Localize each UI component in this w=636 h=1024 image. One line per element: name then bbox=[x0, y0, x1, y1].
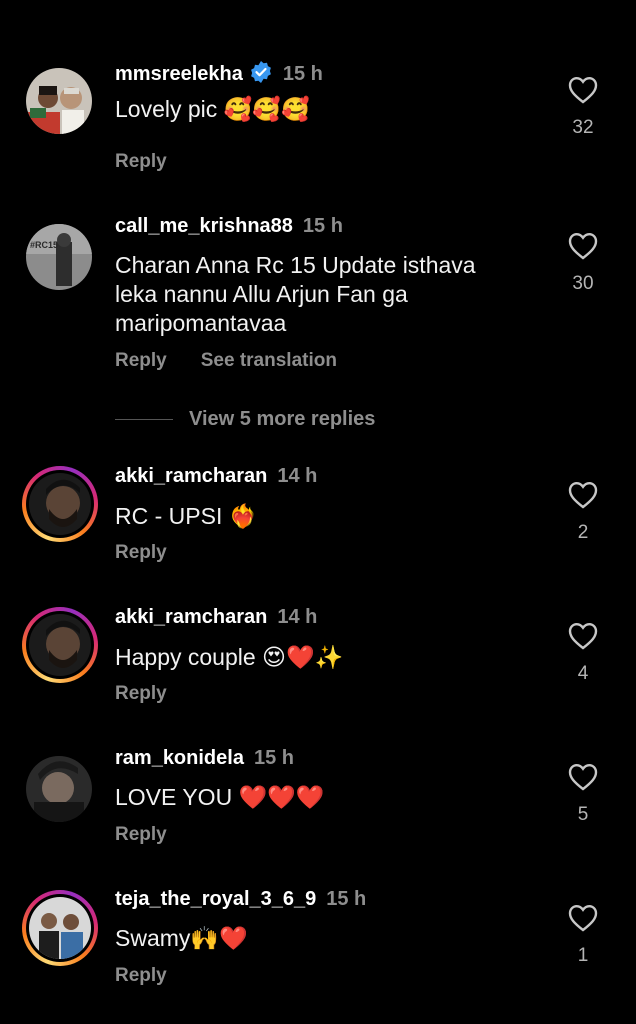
verified-badge-icon bbox=[249, 60, 273, 90]
reply-button[interactable]: Reply bbox=[115, 683, 167, 704]
divider-line bbox=[115, 419, 173, 421]
like-count: 30 bbox=[572, 273, 594, 294]
comment-text: LOVE YOU ❤️❤️❤️ bbox=[115, 784, 325, 810]
avatar[interactable] bbox=[24, 754, 94, 824]
heart-icon[interactable] bbox=[568, 763, 598, 795]
username[interactable]: teja_the_royal_3_6_9 bbox=[115, 888, 316, 910]
like-count: 4 bbox=[577, 663, 589, 684]
avatar-text: #RC15 bbox=[30, 240, 58, 250]
reply-button[interactable]: Reply bbox=[115, 151, 167, 172]
like-count: 2 bbox=[577, 522, 589, 543]
comment-time: 15 h bbox=[302, 215, 343, 237]
reply-button[interactable]: Reply bbox=[115, 824, 167, 845]
comment-text: Charan Anna Rc 15 Update isthava leka na… bbox=[115, 252, 476, 336]
like-count: 32 bbox=[572, 117, 594, 138]
reply-button[interactable]: Reply bbox=[115, 965, 167, 986]
username[interactable]: ram_konidela bbox=[115, 747, 244, 769]
reply-button[interactable]: Reply bbox=[115, 542, 167, 563]
comment-time: 14 h bbox=[277, 465, 318, 487]
comment-text: Lovely pic 🥰🥰🥰 bbox=[115, 96, 310, 122]
like-count: 1 bbox=[577, 945, 589, 966]
heart-icon[interactable] bbox=[568, 76, 598, 108]
heart-icon[interactable] bbox=[568, 622, 598, 654]
comment-time: 15 h bbox=[282, 63, 323, 85]
username[interactable]: akki_ramcharan bbox=[115, 465, 267, 487]
username[interactable]: call_me_krishna88 bbox=[115, 215, 293, 237]
heart-icon[interactable] bbox=[568, 232, 598, 264]
username[interactable]: mmsreelekha bbox=[115, 63, 243, 85]
username[interactable]: akki_ramcharan bbox=[115, 606, 267, 628]
view-more-replies-button[interactable]: View 5 more replies bbox=[115, 408, 515, 431]
comment-time: 15 h bbox=[253, 747, 294, 769]
see-translation-button[interactable]: See translation bbox=[201, 350, 337, 371]
heart-icon[interactable] bbox=[568, 481, 598, 513]
reply-button[interactable]: Reply bbox=[115, 350, 167, 371]
avatar[interactable] bbox=[22, 607, 98, 683]
heart-icon[interactable] bbox=[568, 904, 598, 936]
comment-text: Swamy🙌❤️ bbox=[115, 925, 248, 951]
avatar[interactable] bbox=[22, 890, 98, 966]
like-count: 5 bbox=[577, 804, 589, 825]
comment-text: RC - UPSI ❤️‍🔥 bbox=[115, 503, 258, 529]
comment-time: 14 h bbox=[277, 606, 318, 628]
avatar[interactable] bbox=[22, 466, 98, 542]
view-more-replies-label: View 5 more replies bbox=[189, 408, 376, 430]
comment-text: Happy couple 😍❤️✨ bbox=[115, 644, 344, 670]
avatar[interactable] bbox=[24, 66, 94, 136]
avatar[interactable]: #RC15 bbox=[24, 222, 94, 292]
comment-time: 15 h bbox=[326, 888, 367, 910]
